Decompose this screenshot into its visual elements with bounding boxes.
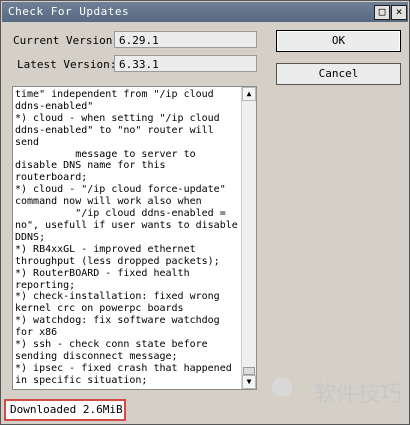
watermark-text: 软件技巧 (313, 382, 402, 407)
title-bar[interactable]: Check For Updates □ × (2, 2, 408, 22)
download-status: Downloaded 2.6MiB (4, 399, 126, 421)
ok-button[interactable]: OK (276, 30, 401, 52)
changelog-text: time" independent from "/ip cloud ddns-e… (15, 89, 238, 386)
window-title: Check For Updates (8, 5, 130, 18)
current-version-field[interactable]: 6.29.1 (114, 31, 257, 48)
latest-version-label: Latest Version: (17, 58, 117, 71)
changelog-textarea[interactable]: time" independent from "/ip cloud ddns-e… (12, 86, 257, 390)
check-for-updates-window: Check For Updates □ × Current Version: 6… (0, 0, 410, 425)
scroll-down-arrow-icon[interactable]: ▼ (242, 375, 256, 389)
watermark-logo-icon (272, 377, 292, 397)
cancel-button[interactable]: Cancel (276, 63, 401, 85)
scrollbar-thumb[interactable] (243, 367, 255, 375)
scroll-up-arrow-icon[interactable]: ▲ (242, 87, 256, 101)
close-button[interactable]: × (391, 5, 407, 20)
changelog-scrollbar[interactable]: ▲ ▼ (241, 87, 256, 389)
restore-button[interactable]: □ (374, 5, 390, 20)
current-version-label: Current Version: (13, 34, 119, 47)
latest-version-field[interactable]: 6.33.1 (114, 55, 257, 72)
